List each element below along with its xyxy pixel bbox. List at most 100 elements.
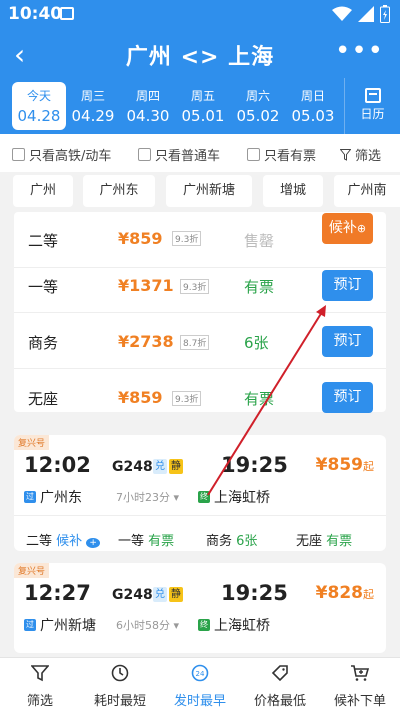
seat-summary: 二等 候补 + 一等 有票 商务 6张 无座 有票 — [14, 515, 386, 559]
date-tab-5[interactable]: 周日 05.03 — [286, 82, 340, 130]
departure-time: 12:27 — [24, 581, 91, 605]
from-station-name: 广州新塘 — [40, 618, 96, 634]
date-weekday: 周三 — [80, 89, 105, 103]
tab-waitlist-order[interactable]: 候补下单 — [320, 658, 400, 711]
summary-status: 有票 — [148, 534, 175, 549]
summary-item: 二等 候补 + — [26, 530, 100, 549]
price-suffix: 起 — [363, 588, 374, 601]
waitlist-button[interactable]: 候补⊕ — [322, 213, 373, 244]
funnel-icon — [340, 148, 351, 161]
date-value: 05.01 — [181, 107, 225, 125]
book-button[interactable]: 预订 — [322, 326, 373, 357]
seat-row: 一等 ¥1371 9.3折 有票 预订 — [14, 257, 386, 313]
seat-status: 6张 — [244, 334, 269, 352]
tab-shortest-duration[interactable]: 耗时最短 — [80, 658, 160, 711]
calendar-button[interactable]: 日历 — [344, 78, 400, 134]
price-suffix: 起 — [363, 460, 374, 473]
train-number: G248 — [112, 587, 153, 603]
date-weekday: 周日 — [300, 89, 325, 103]
tab-label: 耗时最短 — [93, 694, 146, 709]
tab-earliest-departure[interactable]: 24 发时最早 — [160, 658, 240, 711]
to-station-name: 上海虹桥 — [214, 618, 270, 634]
signal-icon — [358, 6, 374, 22]
filter-label: 只看高铁/动车 — [29, 149, 112, 164]
checkbox-icon — [247, 148, 260, 161]
from-station: 过 广州东 — [24, 487, 82, 507]
date-tab-4[interactable]: 周六 05.02 — [231, 82, 285, 130]
price-tag-icon — [271, 665, 288, 682]
station-chips: 广州 广州东 广州新塘 增城 广州南 — [0, 172, 400, 212]
station-chip[interactable]: 广州南 — [334, 175, 400, 207]
departure-time: 12:02 — [24, 453, 91, 477]
date-weekday: 周六 — [245, 89, 270, 103]
seat-price: ¥2738 — [118, 332, 174, 351]
date-tab-2[interactable]: 周四 04.30 — [121, 82, 175, 130]
filter-available[interactable]: 只看有票 — [247, 145, 316, 164]
train-card[interactable]: 复兴号 12:02 G248 兑 静 19:25 ¥859起 过 广州东 7小时… — [14, 435, 386, 551]
seat-row: 无座 ¥859 9.3折 有票 预订 — [14, 369, 386, 425]
battery-icon — [380, 5, 390, 23]
date-tab-3[interactable]: 周五 05.01 — [176, 82, 230, 130]
date-value: 04.30 — [126, 107, 170, 125]
from-station-name: 广州东 — [40, 490, 82, 506]
train-price: ¥859起 — [316, 455, 374, 475]
seat-discount: 9.3折 — [172, 391, 202, 406]
duration-value: 6小时58分 — [116, 619, 170, 632]
pass-icon: 过 — [24, 619, 36, 631]
checkbox-icon — [138, 148, 151, 161]
seat-name: 无座 — [28, 390, 59, 408]
svg-text:24: 24 — [196, 670, 205, 678]
summary-item: 一等 有票 — [118, 530, 174, 549]
seat-row: 商务 ¥2738 8.7折 6张 预订 — [14, 313, 386, 369]
filter-label: 只看有票 — [264, 149, 317, 164]
station-chip[interactable]: 广州东 — [83, 175, 155, 207]
wifi-icon — [332, 6, 352, 21]
pass-icon: 过 — [24, 491, 36, 503]
exchange-badge: 兑 — [153, 587, 167, 602]
from-station: 过 广州新塘 — [24, 615, 96, 635]
summary-status: 有票 — [326, 534, 353, 549]
summary-status: 6张 — [236, 534, 258, 549]
arrival-time: 19:25 — [221, 453, 288, 477]
seat-status: 有票 — [244, 278, 275, 296]
book-button[interactable]: 预订 — [322, 270, 373, 301]
duration: 6小时58分 ▾ — [116, 619, 180, 632]
station-chip[interactable]: 增城 — [263, 175, 323, 207]
plus-circle-icon: ⊕ — [356, 222, 367, 235]
seat-detail-panel: 二等 ¥859 9.3折 售罄 候补⊕ 一等 ¥1371 9.3折 有票 预订 … — [14, 212, 386, 413]
plus-icon: + — [86, 538, 100, 548]
date-tab-1[interactable]: 周三 04.29 — [66, 82, 120, 130]
summary-seat: 商务 — [206, 534, 233, 549]
seat-price: ¥859 — [118, 229, 163, 248]
cart-icon — [351, 665, 370, 681]
date-value: 04.28 — [17, 107, 61, 125]
filter-label: 只看普通车 — [155, 149, 221, 164]
date-value: 05.02 — [236, 107, 280, 125]
train-card[interactable]: 复兴号 12:27 G248 兑 静 19:25 ¥828起 过 广州新塘 6小… — [14, 563, 386, 653]
summary-seat: 二等 — [26, 534, 53, 549]
filter-bar: 只看高铁/动车 只看普通车 只看有票 筛选 — [0, 134, 400, 172]
calendar-label: 日历 — [360, 107, 385, 121]
quiet-badge: 静 — [169, 459, 183, 474]
book-button[interactable]: 预订 — [322, 382, 373, 413]
seat-name: 二等 — [28, 232, 59, 250]
seat-price: ¥859 — [118, 388, 163, 407]
train-number: G248 — [112, 459, 153, 475]
station-chip[interactable]: 广州 — [13, 175, 73, 207]
to-station: 终 上海虹桥 — [198, 487, 270, 507]
seat-status: 售罄 — [244, 232, 275, 250]
station-chip[interactable]: 广州新塘 — [166, 175, 252, 207]
filter-label: 筛选 — [355, 149, 382, 164]
filter-icon — [30, 665, 50, 682]
date-tab-0[interactable]: 今天 04.28 — [12, 82, 66, 130]
train-price: ¥828起 — [316, 583, 374, 603]
seat-discount: 9.3折 — [172, 231, 202, 246]
filter-regular[interactable]: 只看普通车 — [138, 145, 220, 164]
tab-label: 筛选 — [26, 694, 53, 709]
more-menu-button[interactable]: ••• — [335, 36, 384, 66]
tab-filter[interactable]: 筛选 — [0, 658, 80, 711]
bottom-tab-bar: 筛选 耗时最短 24 发时最早 价格最低 候补下单 — [0, 657, 400, 711]
filter-high-speed[interactable]: 只看高铁/动车 — [12, 145, 111, 164]
filter-button[interactable]: 筛选 — [340, 145, 381, 164]
tab-lowest-price[interactable]: 价格最低 — [240, 658, 320, 711]
